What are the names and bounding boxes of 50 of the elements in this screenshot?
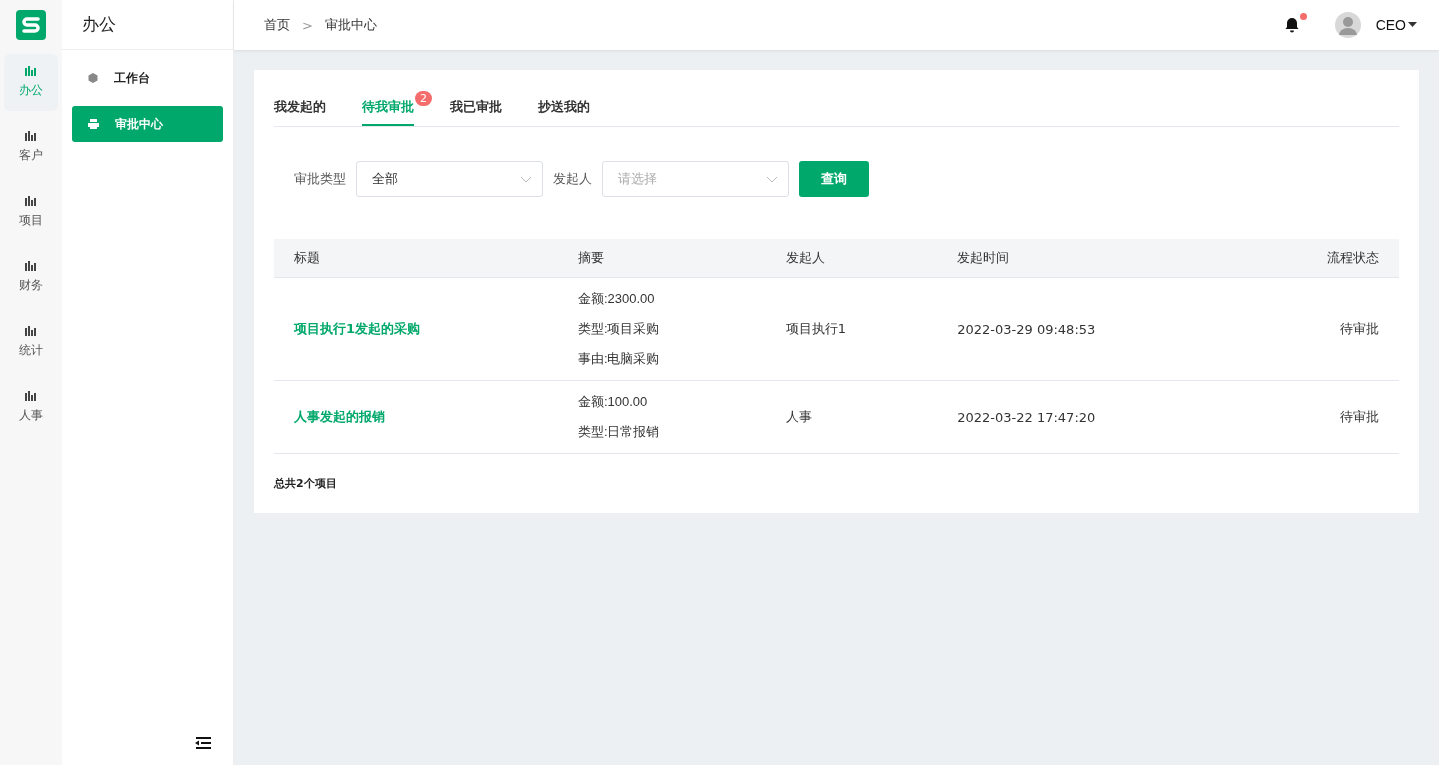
summary-line: 类型:项目采购 [577, 320, 661, 338]
table-cell: 2022-03-22 17:47:20 [957, 409, 1096, 425]
bar-chart-icon [25, 196, 37, 206]
status-text: 待审批 [1340, 321, 1379, 336]
nav-item[interactable]: 财务 [4, 249, 58, 306]
bar-chart-icon [25, 66, 37, 76]
table-cell: 2022-03-29 09:48:53 [957, 321, 1096, 337]
count-badge: 2 [415, 91, 432, 106]
caret-icon [1408, 22, 1417, 28]
table-cell: 人事 [785, 409, 812, 424]
status-text: 待审批 [1340, 409, 1379, 424]
printer-icon [88, 119, 99, 129]
summary-line: 事由:电脑采购 [577, 350, 661, 368]
column-header: 摘要 [557, 239, 766, 278]
sidebar-item[interactable]: 工作台 [72, 60, 223, 96]
avatar[interactable] [1333, 11, 1362, 39]
bar-chart-icon [25, 326, 37, 336]
column-header: 发起时间 [937, 239, 1242, 278]
tab[interactable]: 我发起的 [274, 98, 326, 126]
sidebar-title: 办公 [62, 0, 233, 50]
cube-icon [88, 73, 98, 83]
nav-item[interactable]: 客户 [4, 119, 58, 176]
breadcrumb-link[interactable]: 首页 [264, 16, 290, 34]
logo-icon [16, 10, 46, 40]
bell-icon[interactable] [1283, 17, 1300, 33]
summary-line: 金额:100.00 [577, 393, 649, 411]
breadcrumb-separator: > [302, 17, 313, 33]
tab[interactable]: 抄送我的 [538, 98, 590, 126]
column-header: 发起人 [765, 239, 938, 278]
total-count: 总共2个项目 [274, 476, 338, 491]
user-menu[interactable]: CEO [1375, 17, 1417, 33]
bar-chart-icon [25, 261, 37, 271]
select-field[interactable]: 全部 [356, 161, 543, 197]
summary-line: 类型:日常报销 [577, 423, 661, 441]
filter-label: 发起人 [553, 170, 592, 188]
breadcrumb-link[interactable]: 审批中心 [324, 16, 377, 34]
chevron-down-icon [520, 175, 532, 183]
summary-line: 金额:2300.00 [577, 290, 656, 308]
nav-item[interactable]: 统计 [4, 314, 58, 371]
collapse-menu-icon[interactable] [195, 737, 211, 749]
table-cell: 项目执行1 [785, 321, 847, 336]
nav-item[interactable]: 人事 [4, 379, 58, 436]
chevron-down-icon [766, 175, 778, 183]
column-header: 标题 [274, 239, 558, 278]
column-header: 流程状态 [1241, 239, 1399, 278]
nav-item[interactable]: 项目 [4, 184, 58, 241]
bar-chart-icon [25, 391, 37, 401]
bar-chart-icon [25, 131, 37, 141]
tab[interactable]: 我已审批 [450, 98, 502, 126]
filter-label: 审批类型 [294, 170, 346, 188]
